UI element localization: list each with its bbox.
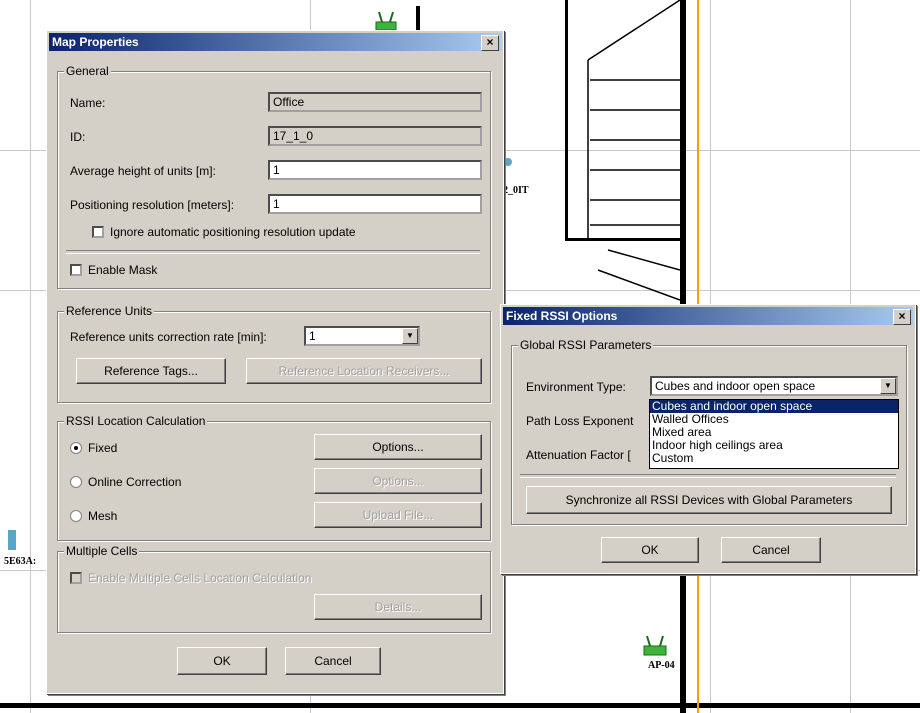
fixed-radio[interactable]: [70, 442, 82, 454]
path-loss-label: Path Loss Exponent: [526, 414, 634, 428]
ignore-auto-checkbox[interactable]: [92, 226, 104, 238]
mesh-label[interactable]: Mesh: [88, 509, 117, 523]
fixed-rssi-titlebar[interactable]: Fixed RSSI Options ×: [503, 307, 913, 325]
device-marker-icon[interactable]: [504, 158, 512, 166]
name-label: Name:: [70, 96, 106, 110]
attenuation-label: Attenuation Factor [: [526, 448, 631, 462]
cancel-button[interactable]: Cancel: [285, 647, 381, 675]
mesh-radio[interactable]: [70, 510, 82, 522]
map-properties-titlebar[interactable]: Map Properties ×: [49, 33, 501, 51]
chevron-down-icon[interactable]: ▼: [402, 328, 418, 344]
stairs-drawing: [587, 0, 680, 301]
env-type-dropdown-list[interactable]: Cubes and indoor open space Walled Offic…: [649, 399, 899, 469]
reference-receivers-button[interactable]: Reference Location Receivers...: [246, 358, 482, 384]
ignore-auto-label[interactable]: Ignore automatic positioning resolution …: [110, 225, 356, 239]
map-wall: [680, 575, 686, 713]
online-correction-radio[interactable]: [70, 476, 82, 488]
map-properties-dialog: Map Properties × General Name: Office ID…: [46, 30, 504, 694]
group-title: Reference Units: [64, 304, 155, 318]
fixed-rssi-dialog: Fixed RSSI Options × Global RSSI Paramet…: [500, 304, 916, 574]
group-title: Global RSSI Parameters: [518, 338, 654, 352]
id-field[interactable]: 17_1_0: [268, 126, 482, 146]
pos-res-label: Positioning resolution [meters]:: [70, 198, 235, 212]
reference-units-group: Reference Units Reference units correcti…: [57, 304, 491, 403]
enable-multiple-cells-label[interactable]: Enable Multiple Cells Location Calculati…: [88, 571, 311, 585]
separator: [520, 474, 896, 478]
upload-file-button[interactable]: Upload File...: [314, 502, 482, 528]
dropdown-option[interactable]: Custom: [650, 452, 898, 465]
pos-res-field[interactable]: 1: [268, 194, 482, 214]
access-point-icon[interactable]: [642, 634, 668, 658]
ok-button[interactable]: OK: [601, 537, 699, 563]
ok-button[interactable]: OK: [177, 647, 267, 675]
reference-tags-button[interactable]: Reference Tags...: [76, 358, 226, 384]
dialog-title: Fixed RSSI Options: [506, 309, 618, 323]
id-label: ID:: [70, 130, 86, 144]
correction-rate-label: Reference units correction rate [min]:: [70, 330, 267, 344]
chevron-down-icon[interactable]: ▼: [880, 378, 896, 394]
online-correction-label[interactable]: Online Correction: [88, 475, 181, 489]
sync-button[interactable]: Synchronize all RSSI Devices with Global…: [526, 486, 892, 514]
general-group: General Name: Office ID: 17_1_0 Average …: [57, 64, 491, 289]
name-field[interactable]: Office: [268, 92, 482, 112]
access-point-icon[interactable]: [374, 10, 398, 32]
close-button[interactable]: ×: [893, 309, 911, 325]
map-wall: [680, 0, 686, 310]
grid-line: [30, 0, 31, 713]
group-title: RSSI Location Calculation: [64, 414, 208, 428]
map-wall: [416, 6, 420, 30]
device-marker-icon[interactable]: [8, 530, 16, 550]
avg-height-field[interactable]: 1: [268, 160, 482, 180]
separator: [66, 250, 480, 254]
close-button[interactable]: ×: [481, 35, 499, 51]
enable-multiple-cells-checkbox[interactable]: [70, 572, 82, 584]
map-device-label[interactable]: 5E63A:: [4, 556, 36, 567]
multiple-cells-group: Multiple Cells Enable Multiple Cells Loc…: [57, 544, 491, 633]
options-disabled-button[interactable]: Options...: [314, 468, 482, 494]
select-value: Cubes and indoor open space: [655, 379, 816, 393]
select-value: 1: [309, 329, 316, 343]
rssi-group: RSSI Location Calculation Fixed Options.…: [57, 414, 491, 541]
env-type-label: Environment Type:: [526, 380, 626, 394]
dialog-title: Map Properties: [52, 35, 139, 49]
correction-rate-select[interactable]: 1 ▼: [304, 326, 420, 346]
options-button[interactable]: Options...: [314, 434, 482, 460]
enable-mask-checkbox[interactable]: [70, 264, 82, 276]
map-device-label[interactable]: AP-04: [648, 660, 675, 671]
map-wall: [0, 703, 920, 708]
env-type-select[interactable]: Cubes and indoor open space ▼: [650, 376, 898, 396]
map-device-label[interactable]: 2_0IT: [503, 185, 529, 196]
group-title: General: [64, 64, 111, 78]
cancel-button[interactable]: Cancel: [721, 537, 821, 563]
details-button[interactable]: Details...: [314, 594, 482, 620]
group-title: Multiple Cells: [64, 544, 140, 558]
enable-mask-label[interactable]: Enable Mask: [88, 263, 157, 277]
avg-height-label: Average height of units [m]:: [70, 164, 216, 178]
fixed-label[interactable]: Fixed: [88, 441, 117, 455]
